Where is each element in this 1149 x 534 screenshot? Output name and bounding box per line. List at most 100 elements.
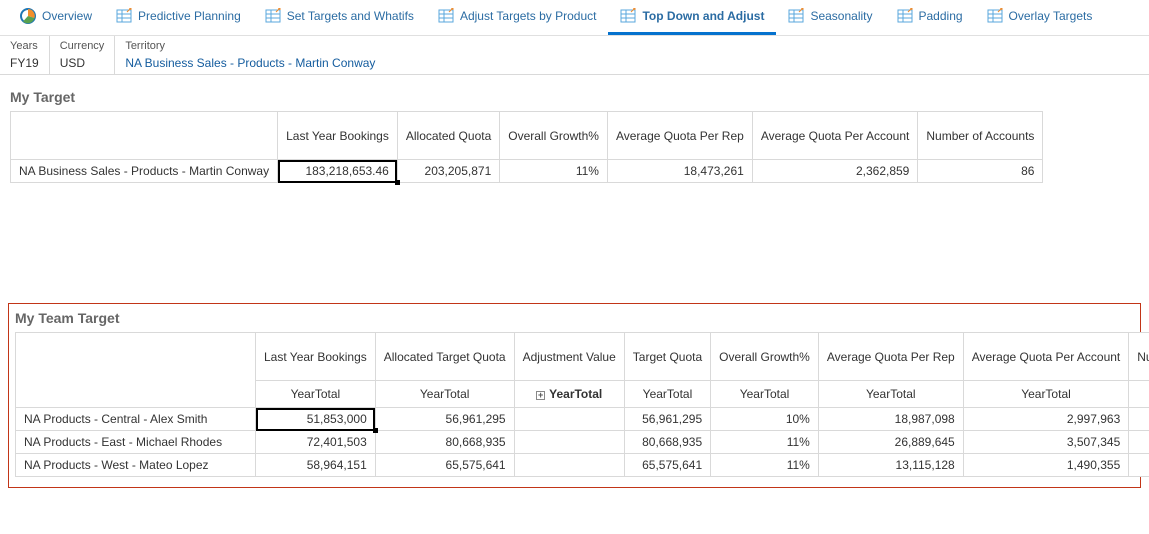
data-cell[interactable]: 183,218,653.46 [278,160,398,183]
tab-label: Adjust Targets by Product [460,9,597,23]
sub-header[interactable]: YearTotal [818,381,963,408]
tab-set-targets[interactable]: Set Targets and Whatifs [253,0,426,35]
my-target-grid[interactable]: Last Year Bookings Allocated Quota Overa… [10,111,1043,183]
grid-icon [897,8,913,24]
data-row: NA Products - East - Michael Rhodes 72,4… [16,431,1149,454]
pov-years[interactable]: Years FY19 [0,36,50,74]
pov-label: Currency [60,40,105,52]
pov-label: Territory [125,40,1139,52]
data-cell[interactable]: 26,889,645 [818,431,963,454]
pov-bar: Years FY19 Currency USD Territory NA Bus… [0,36,1149,75]
col-header[interactable]: Adjustment Value [514,333,624,381]
data-cell[interactable]: 65,575,641 [375,454,514,477]
data-row: NA Products - Central - Alex Smith 51,85… [16,408,1149,431]
tab-top-down-adjust[interactable]: Top Down and Adjust [608,0,776,35]
col-header[interactable]: Average Quota Per Rep [607,112,752,160]
grid-icon [788,8,804,24]
data-cell[interactable]: 56,961,295 [624,408,710,431]
my-target-section: My Target Last Year Bookings Allocated Q… [10,89,1139,183]
data-cell[interactable]: 203,205,871 [397,160,499,183]
tab-bar: Overview Predictive Planning Set Targets… [0,0,1149,36]
data-cell[interactable]: 80,668,935 [375,431,514,454]
col-header[interactable]: Number of Accounts [918,112,1043,160]
data-cell[interactable]: 3,507,345 [963,431,1129,454]
data-cell[interactable]: 19 [1129,408,1149,431]
row-label[interactable]: NA Business Sales - Products - Martin Co… [11,160,278,183]
tab-predictive-planning[interactable]: Predictive Planning [104,0,253,35]
section-title: My Target [10,89,1139,105]
col-header[interactable]: Last Year Bookings [278,112,398,160]
section-title: My Team Target [15,310,1134,326]
tab-label: Top Down and Adjust [642,9,764,23]
data-cell[interactable]: 56,961,295 [375,408,514,431]
data-cell[interactable]: 11% [711,454,819,477]
pov-value: USD [60,56,105,70]
tab-label: Set Targets and Whatifs [287,9,414,23]
row-label[interactable]: NA Products - East - Michael Rhodes [16,431,256,454]
data-cell[interactable]: 2,362,859 [752,160,918,183]
grid-icon [116,8,132,24]
col-header[interactable]: Allocated Target Quota [375,333,514,381]
col-header[interactable]: Average Quota Per Rep [818,333,963,381]
row-label[interactable]: NA Products - West - Mateo Lopez [16,454,256,477]
col-header[interactable]: Overall Growth% [711,333,819,381]
data-cell[interactable] [514,454,624,477]
data-cell[interactable]: 18,987,098 [818,408,963,431]
tab-overlay-targets[interactable]: Overlay Targets [975,0,1105,35]
sub-header[interactable]: YearTotal [256,381,376,408]
col-header[interactable]: Last Year Bookings [256,333,376,381]
data-cell[interactable]: 51,853,000 [256,408,376,431]
col-header[interactable]: Allocated Quota [397,112,499,160]
data-cell[interactable]: 18,473,261 [607,160,752,183]
data-cell[interactable]: 65,575,641 [624,454,710,477]
data-cell[interactable]: 44 [1129,454,1149,477]
col-header[interactable]: Number of Accounts [1129,333,1149,381]
pov-value: FY19 [10,56,39,70]
expand-icon[interactable]: + [536,391,545,400]
data-cell[interactable]: 1,490,355 [963,454,1129,477]
row-label[interactable]: NA Products - Central - Alex Smith [16,408,256,431]
corner-cell [16,333,256,408]
data-cell[interactable]: 72,401,503 [256,431,376,454]
col-header[interactable]: Target Quota [624,333,710,381]
tab-seasonality[interactable]: Seasonality [776,0,884,35]
data-cell[interactable]: 2,997,963 [963,408,1129,431]
data-cell[interactable]: 80,668,935 [624,431,710,454]
sub-header-expandable[interactable]: +YearTotal [514,381,624,408]
data-row: NA Products - West - Mateo Lopez 58,964,… [16,454,1149,477]
pie-chart-icon [20,8,36,24]
pov-territory[interactable]: Territory NA Business Sales - Products -… [115,36,1149,74]
col-header[interactable]: Average Quota Per Account [752,112,918,160]
my-team-target-grid[interactable]: Last Year Bookings Allocated Target Quot… [15,332,1149,477]
data-cell[interactable]: 11% [711,431,819,454]
grid-icon [265,8,281,24]
col-header[interactable]: Average Quota Per Account [963,333,1129,381]
pov-currency[interactable]: Currency USD [50,36,116,74]
tab-padding[interactable]: Padding [885,0,975,35]
tab-label: Overlay Targets [1009,9,1093,23]
data-cell[interactable]: 10% [711,408,819,431]
tab-label: Predictive Planning [138,9,241,23]
sub-header[interactable]: YearTotal [963,381,1129,408]
tab-overview[interactable]: Overview [8,0,104,35]
sub-header[interactable]: YearTotal [711,381,819,408]
sub-header[interactable]: YearTotal [1129,381,1149,408]
tab-label: Seasonality [810,9,872,23]
data-cell[interactable]: 23 [1129,431,1149,454]
grid-icon [438,8,454,24]
corner-cell [11,112,278,160]
data-cell[interactable]: 11% [500,160,608,183]
tab-label: Overview [42,9,92,23]
data-cell[interactable] [514,431,624,454]
header-row: Last Year Bookings Allocated Quota Overa… [11,112,1043,160]
data-cell[interactable] [514,408,624,431]
tab-adjust-by-product[interactable]: Adjust Targets by Product [426,0,609,35]
data-cell[interactable]: 86 [918,160,1043,183]
data-row: NA Business Sales - Products - Martin Co… [11,160,1043,183]
data-cell[interactable]: 13,115,128 [818,454,963,477]
pov-value: NA Business Sales - Products - Martin Co… [125,56,1139,70]
sub-header[interactable]: YearTotal [375,381,514,408]
sub-header[interactable]: YearTotal [624,381,710,408]
col-header[interactable]: Overall Growth% [500,112,608,160]
data-cell[interactable]: 58,964,151 [256,454,376,477]
